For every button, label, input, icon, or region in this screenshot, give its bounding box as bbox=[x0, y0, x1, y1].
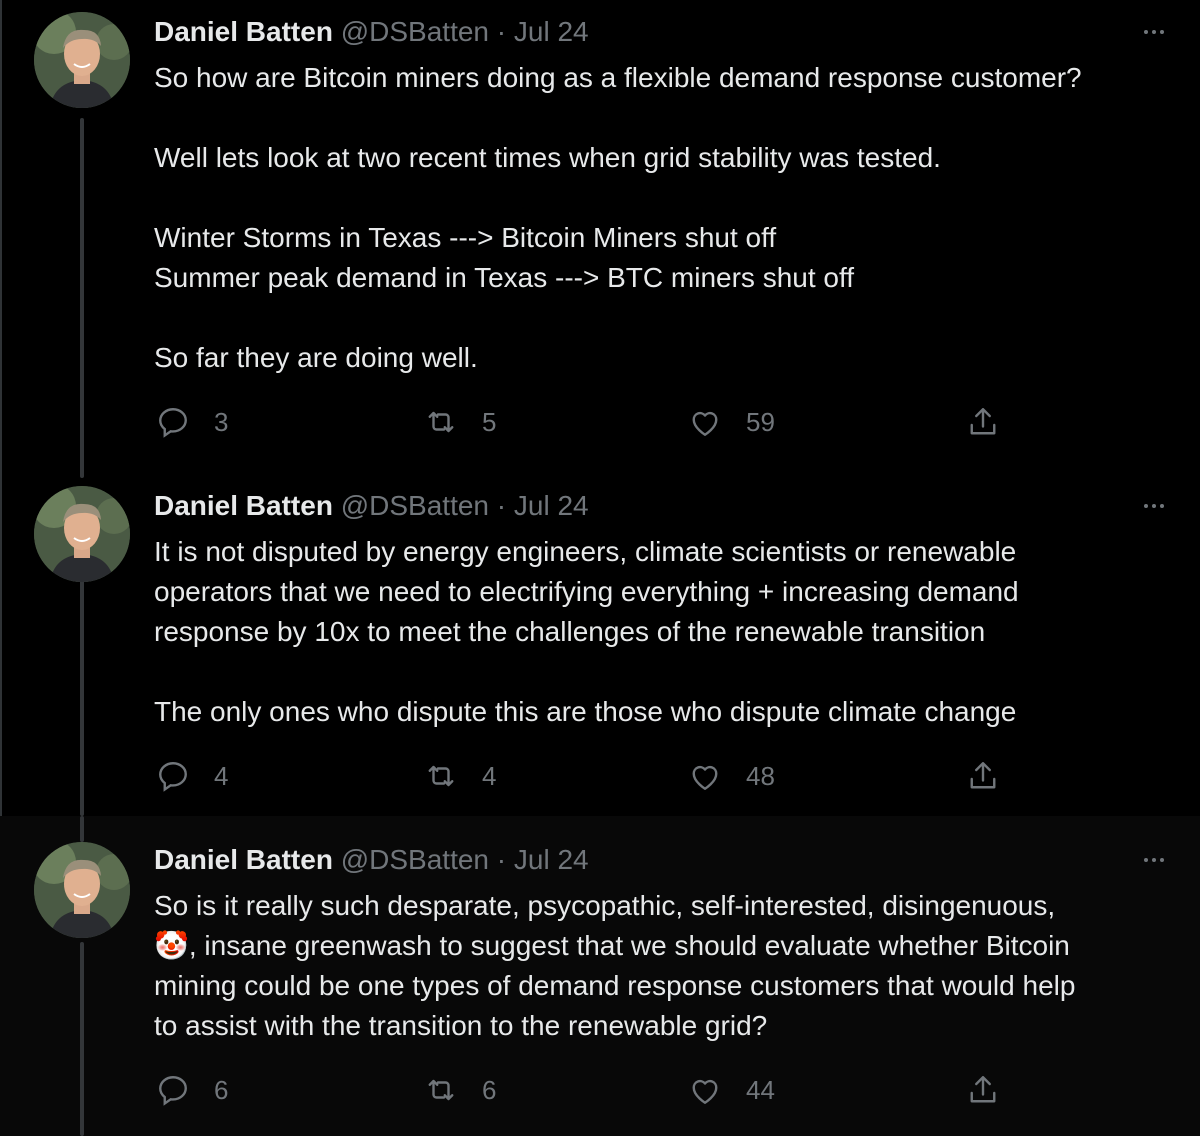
tweet-line: Well lets look at two recent times when … bbox=[154, 142, 941, 173]
separator: · bbox=[496, 844, 507, 875]
reply-icon bbox=[154, 403, 192, 441]
tweet-text: It is not disputed by energy engineers, … bbox=[154, 532, 1164, 732]
more-options-icon[interactable] bbox=[1134, 848, 1174, 872]
avatar[interactable] bbox=[34, 486, 130, 582]
retweet-count: 6 bbox=[482, 1074, 497, 1105]
retweet-button[interactable]: 4 bbox=[422, 756, 496, 796]
separator: · bbox=[496, 16, 507, 47]
thread-line bbox=[80, 942, 84, 1136]
retweet-count: 4 bbox=[482, 760, 497, 791]
tweet-date[interactable]: Jul 24 bbox=[514, 490, 589, 521]
retweet-icon bbox=[422, 403, 460, 441]
tweet-line: So far they are doing well. bbox=[154, 342, 478, 373]
tweet[interactable]: Daniel Batten @DSBatten · Jul 24 It is n… bbox=[0, 466, 1200, 816]
tweet-line: Summer peak demand in Texas ---> BTC min… bbox=[154, 262, 855, 293]
retweet-icon bbox=[422, 1071, 460, 1109]
share-icon bbox=[964, 1071, 1002, 1109]
tweet-actions: 6 6 44 bbox=[154, 1070, 1014, 1110]
retweet-icon bbox=[422, 757, 460, 795]
author-name[interactable]: Daniel Batten bbox=[154, 490, 333, 521]
tweet-header: Daniel Batten @DSBatten · Jul 24 bbox=[154, 488, 589, 524]
tweet-line: response by 10x to meet the challenges o… bbox=[154, 616, 986, 647]
tweet-line: 🤡, insane greenwash to suggest that we s… bbox=[154, 930, 1070, 961]
tweet-line: So is it really such desparate, psycopat… bbox=[154, 890, 1056, 921]
reply-icon bbox=[154, 1071, 192, 1109]
tweet-line bbox=[154, 178, 1164, 218]
tweet-actions: 3 5 59 bbox=[154, 402, 1014, 442]
like-button[interactable]: 44 bbox=[686, 1070, 775, 1110]
tweet-date[interactable]: Jul 24 bbox=[514, 844, 589, 875]
like-button[interactable]: 59 bbox=[686, 402, 775, 442]
retweet-button[interactable]: 5 bbox=[422, 402, 496, 442]
separator: · bbox=[496, 490, 507, 521]
author-name[interactable]: Daniel Batten bbox=[154, 844, 333, 875]
more-options-icon[interactable] bbox=[1134, 20, 1174, 44]
tweet-line bbox=[154, 98, 1164, 138]
reply-button[interactable]: 4 bbox=[154, 756, 228, 796]
share-button[interactable] bbox=[964, 402, 1002, 442]
reply-count: 6 bbox=[214, 1074, 229, 1105]
like-count: 44 bbox=[746, 1074, 775, 1105]
tweet-date[interactable]: Jul 24 bbox=[514, 16, 589, 47]
like-count: 59 bbox=[746, 406, 775, 437]
thread-line bbox=[80, 816, 84, 842]
more-options-icon[interactable] bbox=[1134, 494, 1174, 518]
like-icon bbox=[686, 403, 724, 441]
reply-button[interactable]: 6 bbox=[154, 1070, 228, 1110]
reply-count: 4 bbox=[214, 760, 229, 791]
tweet-line: mining could be one types of demand resp… bbox=[154, 970, 1076, 1001]
avatar[interactable] bbox=[34, 842, 130, 938]
retweet-button[interactable]: 6 bbox=[422, 1070, 496, 1110]
like-icon bbox=[686, 757, 724, 795]
tweet-text: So is it really such desparate, psycopat… bbox=[154, 886, 1164, 1046]
like-icon bbox=[686, 1071, 724, 1109]
author-handle[interactable]: @DSBatten bbox=[341, 16, 489, 47]
thread-line bbox=[80, 572, 84, 816]
tweet[interactable]: Daniel Batten @DSBatten · Jul 24 So is i… bbox=[0, 816, 1200, 1136]
author-handle[interactable]: @DSBatten bbox=[341, 844, 489, 875]
tweet-text: So how are Bitcoin miners doing as a fle… bbox=[154, 58, 1164, 378]
thread-line bbox=[80, 118, 84, 478]
tweet-line bbox=[154, 652, 1164, 692]
tweet-line: It is not disputed by energy engineers, … bbox=[154, 536, 1017, 567]
tweet-header: Daniel Batten @DSBatten · Jul 24 bbox=[154, 14, 589, 50]
tweet-line: Winter Storms in Texas ---> Bitcoin Mine… bbox=[154, 222, 777, 253]
tweet-header: Daniel Batten @DSBatten · Jul 24 bbox=[154, 842, 589, 878]
retweet-count: 5 bbox=[482, 406, 497, 437]
tweet-line: operators that we need to electrifying e… bbox=[154, 576, 1019, 607]
avatar[interactable] bbox=[34, 12, 130, 108]
tweet[interactable]: Daniel Batten @DSBatten · Jul 24 So how … bbox=[0, 0, 1200, 478]
share-button[interactable] bbox=[964, 756, 1002, 796]
share-icon bbox=[964, 757, 1002, 795]
tweet-actions: 4 4 48 bbox=[154, 756, 1014, 796]
tweet-line bbox=[154, 298, 1164, 338]
like-button[interactable]: 48 bbox=[686, 756, 775, 796]
author-name[interactable]: Daniel Batten bbox=[154, 16, 333, 47]
share-button[interactable] bbox=[964, 1070, 1002, 1110]
reply-count: 3 bbox=[214, 406, 229, 437]
tweet-line: So how are Bitcoin miners doing as a fle… bbox=[154, 62, 1082, 93]
tweet-line: to assist with the transition to the ren… bbox=[154, 1010, 768, 1041]
share-icon bbox=[964, 403, 1002, 441]
like-count: 48 bbox=[746, 760, 775, 791]
tweet-line: The only ones who dispute this are those… bbox=[154, 696, 1017, 727]
reply-button[interactable]: 3 bbox=[154, 402, 228, 442]
reply-icon bbox=[154, 757, 192, 795]
author-handle[interactable]: @DSBatten bbox=[341, 490, 489, 521]
